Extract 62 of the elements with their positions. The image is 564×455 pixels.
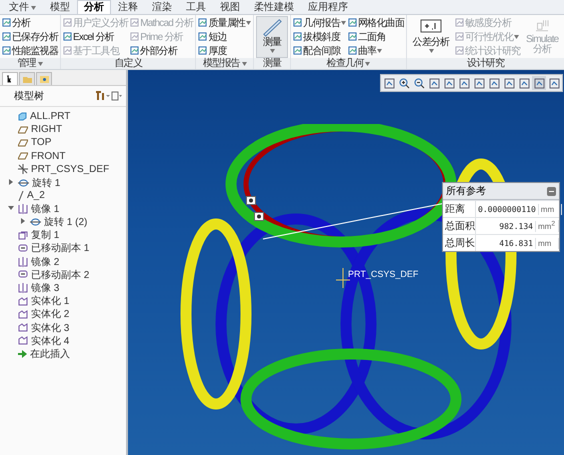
ribbon-tab[interactable]: 模型 — [43, 0, 77, 14]
tree-item[interactable]: 镜像 1 — [2, 202, 126, 216]
unit-label: mm — [536, 238, 559, 248]
unit-label: mm$^{2}$ — [536, 220, 559, 232]
tree-item[interactable]: 已移动副本 2 — [2, 268, 126, 282]
ribbon-tab[interactable]: 文件 — [2, 0, 43, 14]
tree-item[interactable]: 旋转 1 (2) — [2, 216, 126, 229]
ribbon-command[interactable]: 几何报告 — [293, 16, 346, 29]
ribbon-large-button[interactable]: 测量 — [256, 16, 288, 58]
tree-item[interactable]: PRT_CSYS_DEF — [2, 162, 126, 176]
tree-item[interactable]: TOP — [2, 136, 126, 150]
tree-item[interactable]: 镜像 2 — [2, 255, 126, 268]
ribbon-command[interactable]: 厚度 — [198, 44, 252, 57]
csys-label: PRT_CSYS_DEF — [348, 269, 418, 279]
tree-item[interactable]: 旋转 1 — [2, 176, 126, 190]
ribbon-large-button[interactable]: 公差分析 — [409, 16, 453, 58]
ribbon-command[interactable]: Excel 分析 — [63, 30, 128, 43]
ribbon-tab[interactable]: 柔性建模 — [247, 0, 301, 14]
tree-item[interactable]: 实体化 2 — [2, 308, 126, 321]
measure-label: 距离 — [443, 201, 476, 217]
ribbon-command[interactable]: 质量属性 — [198, 16, 252, 29]
tree-item[interactable]: 已移动副本 1 — [2, 242, 126, 256]
ribbon-command[interactable]: 性能监视器 — [2, 44, 58, 57]
panel-title: 模型树 — [14, 90, 44, 103]
tree-item[interactable]: 在此插入 — [2, 347, 126, 361]
tree-item[interactable]: 复制 1 — [2, 228, 126, 242]
ribbon-command[interactable]: 拔模斜度 — [293, 30, 346, 43]
tree-item[interactable]: 实体化 1 — [2, 294, 126, 308]
ribbon-tab[interactable]: 渲染 — [145, 0, 179, 14]
unit-label: mm — [538, 204, 562, 214]
group-label[interactable]: 自定义 — [61, 58, 196, 69]
tree-item[interactable]: FRONT — [2, 150, 126, 163]
ribbon-tab[interactable]: 分析 — [77, 0, 111, 14]
group-label[interactable]: 管理 — [0, 58, 60, 69]
measure-value: 982.134 — [476, 220, 536, 232]
ribbon-command[interactable]: 网格化曲面 — [348, 16, 404, 29]
panel-title: 所有参考 — [446, 184, 486, 198]
measure-label: 总面积 — [443, 218, 476, 234]
measure-value: 416.831 — [476, 238, 536, 248]
tree-item[interactable]: ALL.PRT — [2, 110, 126, 124]
measure-label: 总周长 — [443, 235, 476, 251]
ribbon-tab[interactable]: 视图 — [213, 0, 247, 14]
group-label[interactable]: 设计研究 — [407, 58, 564, 69]
ribbon-command[interactable]: 二面角 — [348, 30, 404, 43]
tree-item[interactable]: 实体化 3 — [2, 321, 126, 334]
ribbon-command[interactable]: 外部分析 — [130, 44, 194, 57]
group-label[interactable]: 测量 — [254, 58, 290, 69]
ribbon-command[interactable]: 已保存分析 — [2, 30, 58, 43]
tree-item[interactable]: A_2 — [2, 189, 126, 202]
ribbon-command[interactable]: 曲率 — [348, 44, 404, 57]
ribbon-command[interactable]: 分析 — [2, 16, 58, 29]
ribbon-tab[interactable]: 工具 — [179, 0, 213, 14]
tree-item[interactable]: 实体化 4 — [2, 334, 126, 348]
ribbon-command[interactable]: 配合间隙 — [293, 44, 346, 57]
group-label[interactable]: 模型报告 — [196, 58, 254, 69]
tree-item[interactable]: 镜像 3 — [2, 281, 126, 295]
ribbon-tab[interactable]: 注释 — [111, 0, 145, 14]
measure-value: 0.0000000110 — [476, 204, 539, 214]
ribbon-tab[interactable]: 应用程序 — [301, 0, 355, 14]
group-label[interactable]: 检查几何 — [291, 58, 406, 69]
ribbon-command[interactable]: 短边 — [198, 30, 252, 43]
tree-item[interactable]: RIGHT — [2, 123, 126, 136]
